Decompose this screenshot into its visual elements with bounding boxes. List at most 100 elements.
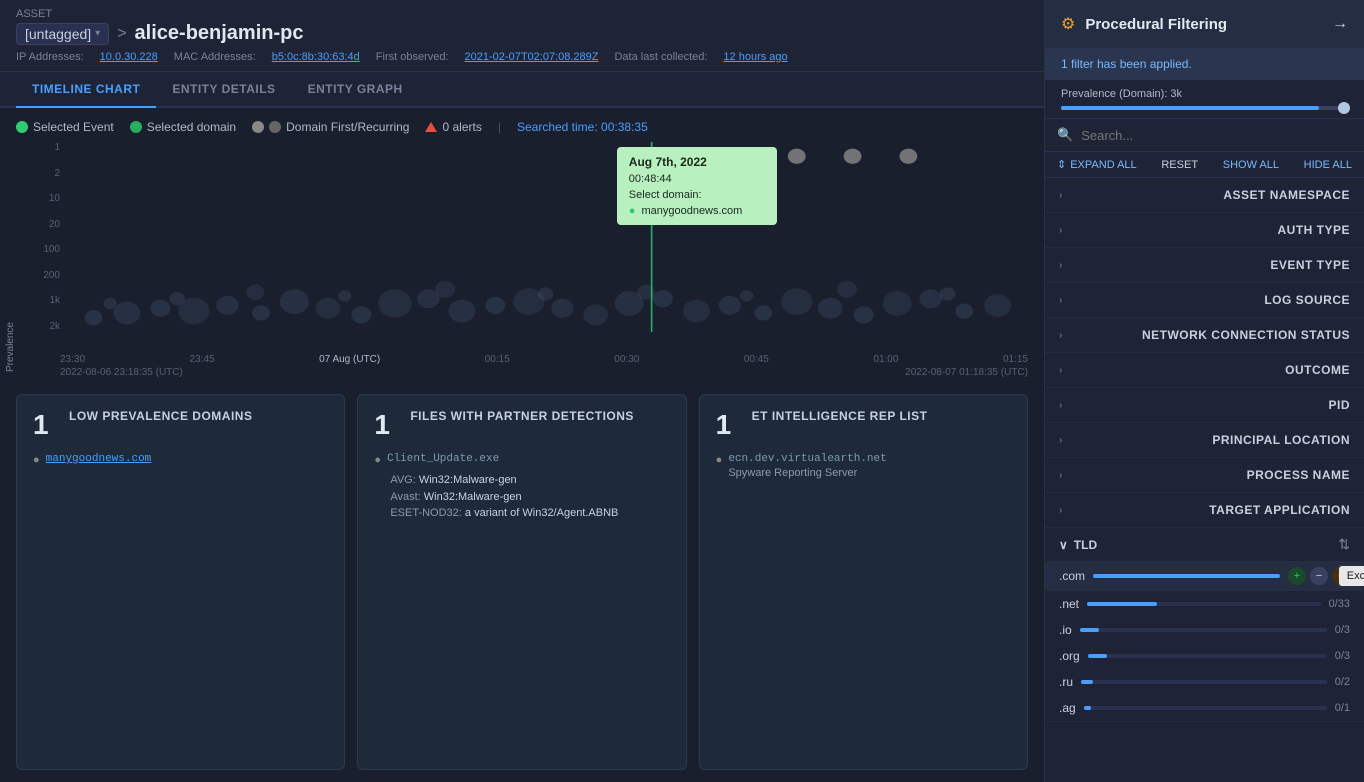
filter-icon: ⚙ bbox=[1061, 14, 1075, 34]
tld-count: 0/3 bbox=[1335, 650, 1350, 662]
search-input[interactable] bbox=[1081, 128, 1352, 143]
prevalence-slider[interactable] bbox=[1061, 106, 1348, 110]
filter-item-network-connection: › NETWORK CONNECTION STATUS bbox=[1045, 318, 1364, 353]
ip-address[interactable]: 10.0.30.228 bbox=[100, 51, 158, 63]
slider-thumb bbox=[1338, 102, 1350, 114]
tld-bar bbox=[1088, 654, 1327, 658]
filter-label: PRINCIPAL LOCATION bbox=[1212, 433, 1350, 447]
show-all-button[interactable]: SHOW ALL bbox=[1223, 158, 1279, 171]
y-axis-label: Prevalence bbox=[5, 322, 16, 372]
chevron-right-icon: › bbox=[1059, 365, 1062, 376]
tooltip-domain: manygoodnews.com bbox=[641, 205, 742, 217]
tld-row-io: .io 0/3 bbox=[1045, 617, 1364, 643]
tld-name: .net bbox=[1059, 597, 1079, 611]
filter-item-outcome: › OUTCOME bbox=[1045, 353, 1364, 388]
domain-first-icon bbox=[252, 121, 264, 133]
header: ASSET [untagged] ▾ > alice-benjamin-pc I… bbox=[0, 0, 1044, 72]
rp-filter-applied: 1 filter has been applied. bbox=[1045, 49, 1364, 80]
searched-time: Searched time: 00:38:35 bbox=[517, 120, 648, 134]
tld-name: .ru bbox=[1059, 675, 1073, 689]
tld-name: .com bbox=[1059, 569, 1085, 583]
reset-button[interactable]: RESET bbox=[1161, 158, 1198, 171]
filter-label: OUTCOME bbox=[1285, 363, 1350, 377]
tld-count: 0/33 bbox=[1329, 598, 1350, 610]
tld-chevron-down-icon: ∨ bbox=[1059, 538, 1068, 552]
meta-row: IP Addresses: 10.0.30.228 MAC Addresses:… bbox=[16, 51, 1028, 63]
x-axis-dates: 2022-08-06 23:18:35 (UTC) 2022-08-07 01:… bbox=[60, 365, 1028, 380]
tab-timeline[interactable]: TIMELINE CHART bbox=[16, 72, 156, 108]
ip-label: IP Addresses: bbox=[16, 51, 84, 63]
filter-label: LOG SOURCE bbox=[1264, 293, 1350, 307]
card-et-intelligence: 1 ET INTELLIGENCE REP LIST ● ecn.dev.vir… bbox=[699, 394, 1028, 770]
tld-row-net: .net 0/33 bbox=[1045, 591, 1364, 617]
mac-address[interactable]: b5:0c:8b:30:63:4d bbox=[272, 51, 360, 63]
slider-fill bbox=[1061, 106, 1319, 110]
selected-domain-icon bbox=[130, 121, 142, 133]
filter-label: AUTH TYPE bbox=[1277, 223, 1350, 237]
y-axis: 1 2 10 20 100 200 1k 2k bbox=[10, 142, 60, 332]
chevron-right-icon: › bbox=[1059, 505, 1062, 516]
tld-count: 0/2 bbox=[1335, 676, 1350, 688]
chevron-right-icon: › bbox=[1059, 435, 1062, 446]
tld-name: .ag bbox=[1059, 701, 1076, 715]
legend-alerts: 0 alerts bbox=[442, 120, 481, 134]
card-count-1: 1 bbox=[33, 409, 57, 441]
domain-link[interactable]: manygoodnews.com bbox=[46, 453, 152, 465]
data-collected-value[interactable]: 12 hours ago bbox=[723, 51, 787, 63]
card-title-1: LOW PREVALENCE DOMAINS bbox=[69, 409, 252, 425]
tld-exclude-icon[interactable]: − bbox=[1310, 567, 1328, 585]
cards-section: 1 LOW PREVALENCE DOMAINS ● manygoodnews.… bbox=[0, 382, 1044, 782]
filter-item-asset-namespace: › ASSET NAMESPACE bbox=[1045, 178, 1364, 213]
filters-list: › ASSET NAMESPACE › AUTH TYPE › EVENT TY… bbox=[1045, 178, 1364, 782]
rp-arrow-icon[interactable]: → bbox=[1332, 15, 1348, 33]
tld-bar bbox=[1080, 628, 1327, 632]
tld-bar bbox=[1087, 602, 1321, 606]
tab-entity-graph[interactable]: ENTITY GRAPH bbox=[292, 72, 419, 108]
chevron-right-icon: › bbox=[1059, 400, 1062, 411]
filter-label: EVENT TYPE bbox=[1270, 258, 1350, 272]
filter-item-tld: ∨ TLD ⇅ .com + − ● Exclude Others bbox=[1045, 528, 1364, 722]
tld-sort-icon[interactable]: ⇅ bbox=[1338, 536, 1350, 553]
tld-name: .io bbox=[1059, 623, 1072, 637]
tabs: TIMELINE CHART ENTITY DETAILS ENTITY GRA… bbox=[0, 72, 1044, 108]
tld-row-ag: .ag 0/1 bbox=[1045, 695, 1364, 721]
tld-count: 0/3 bbox=[1335, 624, 1350, 636]
rp-prevalence: Prevalence (Domain): 3k bbox=[1045, 80, 1364, 119]
hide-all-button[interactable]: HIDE ALL bbox=[1304, 158, 1352, 171]
legend-selected-domain: Selected domain bbox=[147, 120, 236, 134]
x-axis-labels: 23:30 23:45 07 Aug (UTC) 00:15 00:30 00:… bbox=[60, 352, 1028, 365]
tld-name: .org bbox=[1059, 649, 1080, 663]
asset-label: ASSET bbox=[16, 8, 1028, 20]
domain-recurring-icon bbox=[269, 121, 281, 133]
tld-row-ru: .ru 0/2 bbox=[1045, 669, 1364, 695]
first-observed-value[interactable]: 2021-02-07T02:07:08.289Z bbox=[465, 51, 599, 63]
filter-label: PROCESS NAME bbox=[1247, 468, 1350, 482]
card-count-2: 1 bbox=[374, 409, 398, 441]
bullet-icon: ● bbox=[33, 454, 40, 466]
filter-item-target-application: › TARGET APPLICATION bbox=[1045, 493, 1364, 528]
chevron-right-icon: › bbox=[1059, 295, 1062, 306]
rp-title: Procedural Filtering bbox=[1085, 16, 1227, 33]
tab-entity-details[interactable]: ENTITY DETAILS bbox=[156, 72, 291, 108]
et-detail: Spyware Reporting Server bbox=[728, 467, 886, 479]
timeline-legend: Selected Event Selected domain Domain Fi… bbox=[0, 108, 1044, 142]
et-domain: ecn.dev.virtualearth.net bbox=[728, 453, 886, 465]
bullet-icon: ● bbox=[716, 454, 723, 466]
tld-reset-icon[interactable]: ● Exclude Others bbox=[1332, 567, 1350, 585]
file-details: AVG: Win32:Malware-gen Avast: Win32:Malw… bbox=[390, 472, 669, 522]
tld-include-icon[interactable]: + bbox=[1288, 567, 1306, 585]
list-item: ● manygoodnews.com bbox=[33, 453, 328, 466]
date-end: 2022-08-07 01:18:35 (UTC) bbox=[905, 367, 1028, 378]
card-title-3: ET INTELLIGENCE REP LIST bbox=[752, 409, 928, 425]
first-observed-label: First observed: bbox=[376, 51, 449, 63]
tld-count: 0/1 bbox=[1335, 702, 1350, 714]
data-collected-label: Data last collected: bbox=[614, 51, 707, 63]
tld-bar bbox=[1093, 574, 1280, 578]
tld-bar bbox=[1081, 680, 1327, 684]
tld-row-org: .org 0/3 bbox=[1045, 643, 1364, 669]
expand-all-button[interactable]: ⇕ EXPAND ALL bbox=[1057, 158, 1137, 171]
filter-label: NETWORK CONNECTION STATUS bbox=[1142, 328, 1350, 342]
card-count-3: 1 bbox=[716, 409, 740, 441]
tld-bar bbox=[1084, 706, 1327, 710]
asset-tag[interactable]: [untagged] ▾ bbox=[16, 23, 109, 45]
